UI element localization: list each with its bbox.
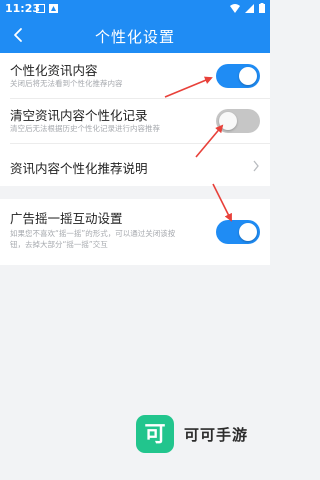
annotation-arrow <box>164 76 213 98</box>
watermark-text: 可可手游 <box>184 425 249 444</box>
annotation-arrow <box>195 124 224 158</box>
annotation-arrows <box>164 76 232 222</box>
watermark: 可 可可手游 <box>136 415 248 453</box>
annotation-arrow <box>212 183 232 222</box>
watermark-logo: 可 <box>136 415 174 453</box>
